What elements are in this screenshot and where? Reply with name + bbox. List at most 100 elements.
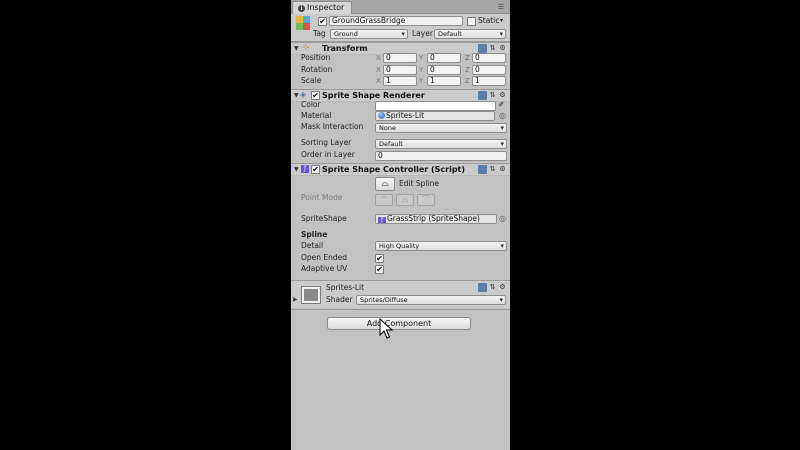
object-picker-icon[interactable]: ◎ [499, 214, 506, 224]
foldout-arrow-icon[interactable]: ▼ [294, 44, 299, 54]
static-checkbox[interactable] [467, 17, 476, 26]
axis-z-label[interactable]: Z [465, 76, 470, 86]
mask-interaction-label: Mask Interaction [301, 122, 364, 131]
point-mode-linear-button[interactable]: ⌃ [375, 194, 393, 206]
add-component-button[interactable]: Add Component [327, 317, 471, 330]
axis-x-label[interactable]: X [376, 53, 381, 63]
renderer-enabled-checkbox[interactable]: ✔ [311, 91, 320, 100]
help-book-icon[interactable] [478, 44, 487, 53]
renderer-header-icons: ⇅ ⚙ [478, 91, 508, 100]
gear-icon[interactable]: ⚙ [498, 283, 507, 292]
spriteshape-label: SpriteShape [301, 214, 347, 223]
axis-x-label[interactable]: X [376, 65, 381, 75]
axis-x-label[interactable]: X [376, 76, 381, 86]
material-value: Sprites-Lit [386, 111, 425, 120]
spline-heading: Spline [301, 230, 328, 239]
material-name: Sprites-Lit [326, 283, 365, 292]
info-icon: i [298, 5, 305, 12]
axis-y-label[interactable]: Y [419, 53, 423, 63]
adaptive-uv-label: Adaptive UV [301, 264, 348, 273]
help-book-icon[interactable] [478, 91, 487, 100]
shader-dropdown[interactable]: Sprites/Diffuse [356, 295, 506, 305]
preset-icon[interactable]: ⇅ [488, 44, 497, 53]
scale-x-field[interactable]: 1 [383, 76, 417, 86]
preset-icon[interactable]: ⇅ [488, 91, 497, 100]
tab-inspector[interactable]: i Inspector [292, 1, 352, 14]
material-section: ▶ Sprites-Lit Shader Sprites/Diffuse ⇅ ⚙ [291, 281, 510, 308]
detail-label: Detail [301, 241, 324, 250]
material-header-icons: ⇅ ⚙ [478, 283, 508, 292]
controller-enabled-checkbox[interactable]: ✔ [311, 165, 320, 174]
foldout-arrow-icon[interactable]: ▼ [294, 165, 299, 175]
scale-label: Scale [301, 76, 322, 85]
sorting-layer-dropdown[interactable]: Default [375, 139, 507, 149]
tab-inspector-label: Inspector [307, 3, 345, 12]
scale-z-field[interactable]: 1 [472, 76, 506, 86]
help-book-icon[interactable] [478, 283, 487, 292]
help-book-icon[interactable] [478, 165, 487, 174]
transform-header-icons: ⇅ ⚙ [478, 44, 508, 53]
sorting-layer-label: Sorting Layer [301, 138, 352, 147]
color-field[interactable] [375, 101, 496, 111]
object-header: ✔ GroundGrassBridge Static ▾ Tag Ground … [291, 14, 510, 42]
edit-spline-button[interactable]: ⌓ [375, 177, 395, 191]
axis-z-label[interactable]: Z [465, 65, 470, 75]
foldout-arrow-icon[interactable]: ▼ [294, 91, 299, 101]
menu-icon[interactable]: ☰ [496, 2, 506, 12]
open-ended-label: Open Ended [301, 253, 348, 262]
sprite-shape-renderer-header[interactable]: ▼ ◈ ✔ Sprite Shape Renderer ⇅ ⚙ [291, 89, 510, 101]
preset-icon[interactable]: ⇅ [488, 283, 497, 292]
rotation-y-field[interactable]: 0 [427, 65, 461, 75]
axis-z-label[interactable]: Z [465, 53, 470, 63]
sprite-shape-controller-header[interactable]: ▼ ƒ ✔ Sprite Shape Controller (Script) ⇅… [291, 163, 510, 175]
rotation-z-field[interactable]: 0 [472, 65, 506, 75]
material-label: Material [301, 111, 332, 120]
preset-icon[interactable]: ⇅ [488, 165, 497, 174]
transform-icon: ⊹ [302, 43, 310, 53]
spriteshape-value: GrassStrip (SpriteShape) [387, 214, 480, 223]
color-label: Color [301, 100, 321, 109]
scale-y-field[interactable]: 1 [427, 76, 461, 86]
open-ended-checkbox[interactable]: ✔ [375, 254, 384, 263]
position-y-field[interactable]: 0 [427, 53, 461, 63]
point-mode-continuous-button[interactable]: ⌓ [396, 194, 414, 206]
tag-dropdown[interactable]: Ground [330, 29, 408, 39]
gameobject-icon [296, 16, 310, 30]
sprite-shape-controller-title: Sprite Shape Controller (Script) [322, 165, 466, 174]
shader-label: Shader [326, 295, 353, 304]
spriteshape-field[interactable]: ƒ GrassStrip (SpriteShape) [375, 214, 497, 224]
renderer-icon: ◈ [300, 90, 307, 99]
static-dropdown-arrow[interactable]: ▾ [500, 16, 503, 26]
adaptive-uv-checkbox[interactable]: ✔ [375, 265, 384, 274]
material-field[interactable]: Sprites-Lit [375, 111, 495, 121]
layer-dropdown[interactable]: Default [434, 29, 506, 39]
material-foldout-icon[interactable]: ▶ [293, 295, 298, 305]
position-label: Position [301, 53, 331, 62]
active-checkbox[interactable]: ✔ [318, 17, 327, 26]
tag-label: Tag [313, 29, 326, 38]
controller-header-icons: ⇅ ⚙ [478, 165, 508, 174]
gear-icon[interactable]: ⚙ [498, 44, 507, 53]
rotation-x-field[interactable]: 0 [383, 65, 417, 75]
gear-icon[interactable]: ⚙ [498, 91, 507, 100]
position-x-field[interactable]: 0 [383, 53, 417, 63]
script-icon: ƒ [301, 165, 309, 173]
material-thumbnail [301, 286, 321, 304]
order-in-layer-field[interactable]: 0 [375, 151, 507, 161]
material-icon [378, 112, 385, 119]
eyedropper-icon[interactable]: ✐ [498, 100, 504, 110]
axis-y-label[interactable]: Y [419, 65, 423, 75]
axis-y-label[interactable]: Y [419, 76, 423, 86]
object-name-field[interactable]: GroundGrassBridge [329, 16, 463, 26]
object-picker-icon[interactable]: ◎ [499, 111, 506, 121]
point-mode-broken-button[interactable]: ⌒ [417, 194, 435, 206]
detail-dropdown[interactable]: High Quality [375, 241, 507, 251]
layer-label: Layer [412, 29, 433, 38]
spriteshape-asset-icon: ƒ [378, 217, 386, 223]
gear-icon[interactable]: ⚙ [498, 165, 507, 174]
mask-interaction-dropdown[interactable]: None [375, 123, 507, 133]
position-z-field[interactable]: 0 [472, 53, 506, 63]
tab-bar: i Inspector ☰ [291, 0, 510, 14]
order-in-layer-label: Order in Layer [301, 150, 355, 159]
inspector-panel: i Inspector ☰ ✔ GroundGrassBridge Static … [291, 0, 510, 450]
